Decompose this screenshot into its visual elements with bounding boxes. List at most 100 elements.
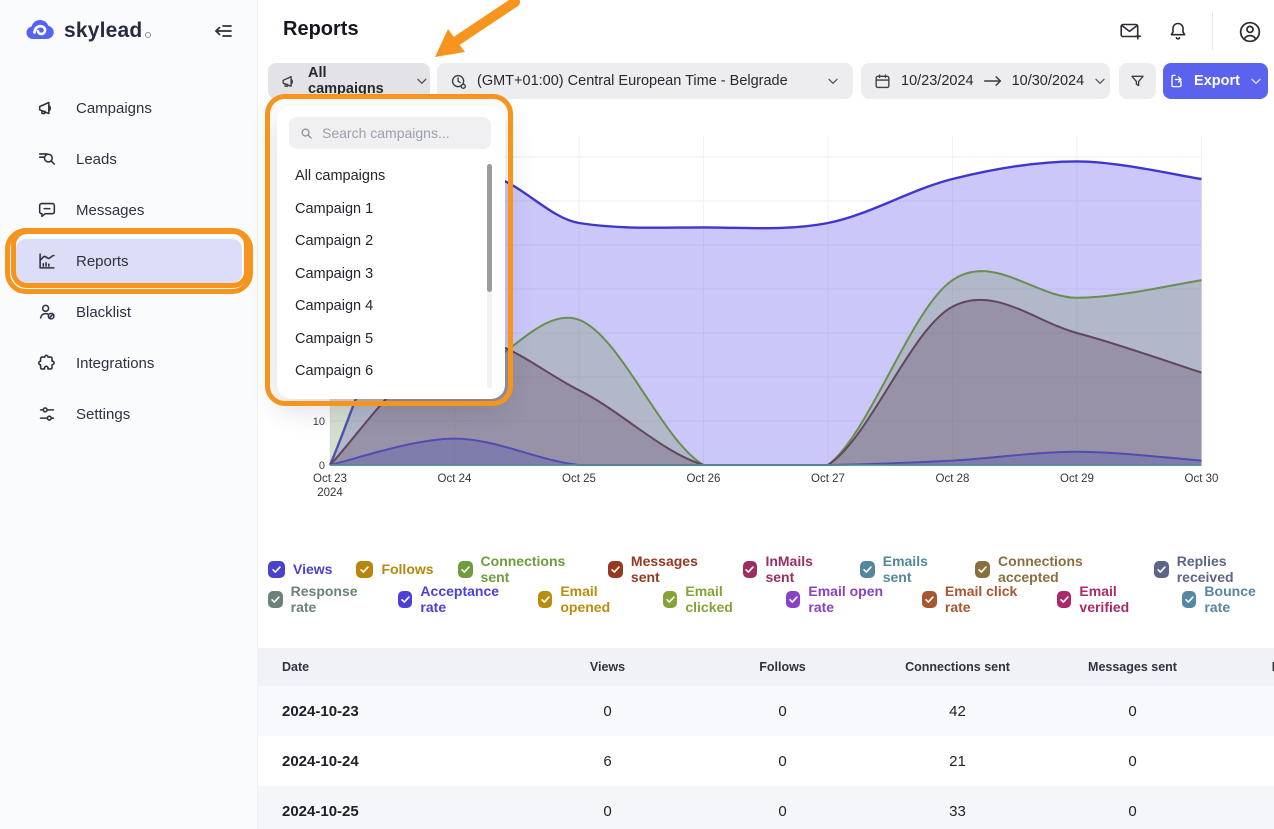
timezone-value: (GMT+01:00) Central European Time - Belg… xyxy=(477,73,788,89)
svg-text:Oct 29: Oct 29 xyxy=(1060,473,1094,485)
notifications-bell-icon[interactable] xyxy=(1166,19,1190,43)
legend-label: InMails sent xyxy=(765,553,835,585)
table-cell-value: 0 xyxy=(695,753,870,770)
checkbox-checked-icon[interactable] xyxy=(538,591,553,608)
legend-label: Bounce rate xyxy=(1204,583,1274,615)
checkbox-checked-icon[interactable] xyxy=(975,561,990,578)
sidebar-item-leads[interactable]: Leads xyxy=(16,137,242,181)
checkbox-checked-icon[interactable] xyxy=(1154,561,1169,578)
chat-bubble-icon xyxy=(36,199,58,221)
campaign-selector-label: All campaigns xyxy=(308,65,404,97)
export-button[interactable]: Export xyxy=(1163,63,1268,99)
table-row: 2024-10-24602100 xyxy=(258,736,1274,786)
legend-item-response-rate[interactable]: Response rate xyxy=(268,583,374,615)
checkbox-checked-icon[interactable] xyxy=(922,591,937,608)
campaign-option-campaign-2[interactable]: Campaign 2 xyxy=(277,225,482,258)
puzzle-icon xyxy=(36,352,58,374)
table-cell-value: 0 xyxy=(695,803,870,820)
legend-item-email-verified[interactable]: Email verified xyxy=(1057,583,1158,615)
collapse-sidebar-icon[interactable] xyxy=(211,20,235,44)
legend-item-follows[interactable]: Follows xyxy=(356,561,433,578)
checkbox-checked-icon[interactable] xyxy=(663,591,678,608)
checkbox-checked-icon[interactable] xyxy=(786,591,801,608)
campaign-option-all-campaigns[interactable]: All campaigns xyxy=(277,160,482,193)
table-row: 2024-10-23004200 xyxy=(258,686,1274,736)
table-header-follows: Follows xyxy=(695,660,870,674)
filter-button[interactable] xyxy=(1119,63,1156,99)
sidebar-item-reports[interactable]: Reports xyxy=(16,239,242,283)
legend-label: Response rate xyxy=(291,583,374,615)
sidebar-item-blacklist[interactable]: Blacklist xyxy=(16,290,242,334)
svg-text:Oct 28: Oct 28 xyxy=(936,473,970,485)
chart-legend-row-1: Views Follows Connections sent Messages sen… xyxy=(268,553,1274,585)
sidebar-item-label: Leads xyxy=(76,151,117,168)
svg-text:Oct 23: Oct 23 xyxy=(313,473,347,485)
legend-item-connections-accepted[interactable]: Connections accepted xyxy=(975,553,1130,585)
logo: skylead xyxy=(24,15,238,47)
checkbox-checked-icon[interactable] xyxy=(398,591,413,608)
account-avatar-icon[interactable] xyxy=(1237,19,1263,45)
legend-item-emails-sent[interactable]: Emails sent xyxy=(860,553,951,585)
campaign-option-campaign-4[interactable]: Campaign 4 xyxy=(277,290,482,323)
sidebar-item-settings[interactable]: Settings xyxy=(16,392,242,436)
legend-item-email-clicked[interactable]: Email clicked xyxy=(663,583,762,615)
legend-item-bounce-rate[interactable]: Bounce rate xyxy=(1182,583,1274,615)
checkbox-checked-icon[interactable] xyxy=(860,561,875,578)
legend-item-connections-sent[interactable]: Connections sent xyxy=(458,553,584,585)
campaign-option-campaign-1[interactable]: Campaign 1 xyxy=(277,193,482,226)
table-cell-value: 6 xyxy=(520,753,695,770)
timezone-select[interactable]: (GMT+01:00) Central European Time - Belg… xyxy=(437,63,853,99)
table-header-inmails-sent: InMails sent xyxy=(1220,660,1274,674)
date-range-picker[interactable]: 10/23/2024 10/30/2024 xyxy=(861,63,1110,99)
legend-label: Connections sent xyxy=(481,553,584,585)
legend-item-replies-received[interactable]: Replies received xyxy=(1154,553,1274,585)
legend-item-acceptance-rate[interactable]: Acceptance rate xyxy=(398,583,514,615)
legend-label: Email open rate xyxy=(808,583,898,615)
campaign-search-input[interactable] xyxy=(322,125,472,141)
svg-text:Oct 27: Oct 27 xyxy=(811,473,845,485)
legend-item-email-click-rate[interactable]: Email click rate xyxy=(922,583,1033,615)
annotation-arrow xyxy=(410,0,520,72)
table-cell-value: 0 xyxy=(1220,803,1274,820)
checkbox-checked-icon[interactable] xyxy=(1182,591,1197,608)
legend-item-messages-sent[interactable]: Messages sent xyxy=(608,553,719,585)
svg-text:Oct 26: Oct 26 xyxy=(687,473,721,485)
sidebar-item-campaigns[interactable]: Campaigns xyxy=(16,86,242,130)
table-cell-value: 0 xyxy=(1220,703,1274,720)
table-cell-value: 0 xyxy=(1045,803,1220,820)
legend-item-views[interactable]: Views xyxy=(268,561,332,578)
checkbox-checked-icon[interactable] xyxy=(268,591,283,608)
table-cell-date: 2024-10-23 xyxy=(258,703,520,720)
dropdown-scrollbar-thumb[interactable] xyxy=(487,164,492,292)
svg-text:10: 10 xyxy=(313,416,325,428)
checkbox-checked-icon[interactable] xyxy=(1057,591,1072,608)
export-label: Export xyxy=(1194,73,1240,89)
new-message-icon[interactable] xyxy=(1118,19,1142,43)
campaign-option-campaign-6[interactable]: Campaign 6 xyxy=(277,355,482,388)
sidebar-item-integrations[interactable]: Integrations xyxy=(16,341,242,385)
search-icon xyxy=(299,126,314,141)
header-divider xyxy=(1212,12,1213,50)
megaphone-icon xyxy=(36,97,58,119)
legend-item-email-open-rate[interactable]: Email open rate xyxy=(786,583,899,615)
sidebar-menu: Campaigns Leads Messages Reports Blacklist In… xyxy=(16,86,242,443)
checkbox-checked-icon[interactable] xyxy=(356,561,373,578)
checkbox-checked-icon[interactable] xyxy=(268,561,285,578)
checkbox-checked-icon[interactable] xyxy=(743,561,758,578)
chevron-down-icon xyxy=(825,73,841,89)
campaign-option-campaign-5[interactable]: Campaign 5 xyxy=(277,323,482,356)
campaign-selector-button[interactable]: All campaigns xyxy=(268,63,430,99)
campaign-option-campaign-3[interactable]: Campaign 3 xyxy=(277,258,482,291)
sidebar-item-label: Messages xyxy=(76,202,144,219)
sidebar-item-messages[interactable]: Messages xyxy=(16,188,242,232)
legend-label: Acceptance rate xyxy=(420,583,513,615)
checkbox-checked-icon[interactable] xyxy=(608,561,623,578)
svg-text:Oct 24: Oct 24 xyxy=(438,473,472,485)
sidebar-item-label: Campaigns xyxy=(76,100,152,117)
svg-text:2024: 2024 xyxy=(317,487,343,499)
legend-item-inmails-sent[interactable]: InMails sent xyxy=(743,553,836,585)
checkbox-checked-icon[interactable] xyxy=(458,561,473,578)
legend-item-email-opened[interactable]: Email opened xyxy=(538,583,639,615)
campaign-search-box[interactable] xyxy=(289,117,491,149)
blocked-user-icon xyxy=(36,301,58,323)
